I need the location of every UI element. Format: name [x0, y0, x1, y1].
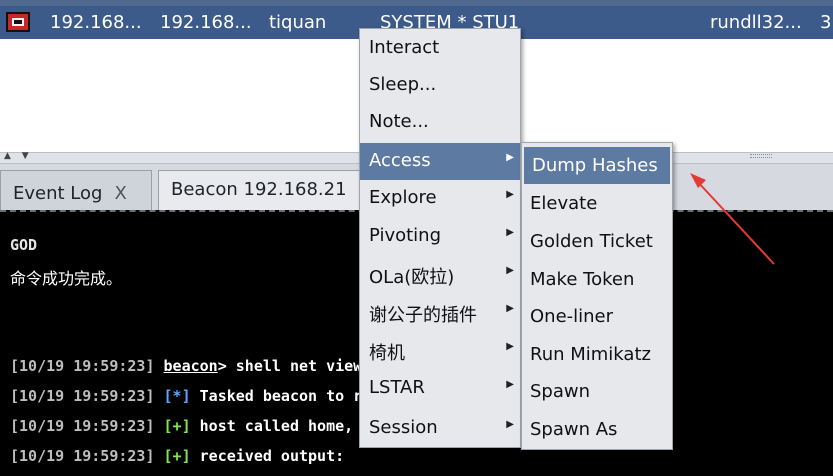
submenu-arrow-icon: ▶ [506, 227, 514, 238]
tab-event-log[interactable]: Event Log X [0, 170, 152, 210]
session-context-menu: Interact Sleep... Note... Access ▶ Explor… [359, 28, 521, 448]
console-timestamp: [10/19 19:59:23] [10, 357, 155, 375]
menu-item-access[interactable]: Access ▶ [360, 143, 520, 180]
submenu-item-label: Spawn As [530, 419, 618, 440]
submenu-arrow-icon: ▶ [506, 303, 514, 314]
menu-item-ola[interactable]: OLa(欧拉) ▶ [360, 256, 520, 293]
console-ok-marker: [+] [163, 417, 191, 435]
session-process: rundll32... [710, 12, 802, 33]
menu-item-label: Pivoting [369, 225, 442, 246]
session-external-ip: 192.168... [50, 12, 142, 33]
menu-item-label: Sleep... [369, 74, 437, 95]
submenu-item-label: Golden Ticket [530, 231, 653, 252]
menu-item-label: Session [369, 417, 438, 438]
menu-item-label: LSTAR [369, 377, 425, 398]
console-timestamp: [10/19 19:59:23] [10, 387, 155, 405]
submenu-item-spawn[interactable]: Spawn [522, 373, 672, 410]
console-prompt: beacon [163, 357, 218, 375]
menu-item-session[interactable]: Session ▶ [360, 410, 520, 447]
menu-item-label: Explore [369, 187, 437, 208]
console-ok-marker: [+] [163, 447, 191, 465]
tab-beacon-label: Beacon 192.168.21 [171, 179, 347, 200]
console-output-line: 命令成功完成。 [10, 269, 123, 288]
submenu-item-label: Spawn [530, 381, 591, 402]
beacon-session-icon [6, 12, 30, 32]
splitter-arrows-icon[interactable]: ▲ ▼ [4, 151, 33, 161]
submenu-item-label: Run Mimikatz [530, 344, 651, 365]
submenu-item-golden-ticket[interactable]: Golden Ticket [522, 223, 672, 260]
menu-item-lstar[interactable]: LSTAR ▶ [360, 370, 520, 407]
submenu-item-label: Dump Hashes [532, 155, 658, 176]
menu-item-interact[interactable]: Interact [360, 30, 520, 67]
submenu-arrow-icon: ▶ [506, 152, 514, 163]
menu-item-label: OLa(欧拉) [369, 267, 455, 288]
splitter-grip[interactable] [750, 154, 772, 158]
submenu-arrow-icon: ▶ [506, 189, 514, 200]
console-timestamp: [10/19 19:59:23] [10, 417, 155, 435]
tab-event-log-label: Event Log [13, 183, 103, 204]
menu-item-pivoting[interactable]: Pivoting ▶ [360, 218, 520, 255]
submenu-arrow-icon: ▶ [506, 419, 514, 430]
submenu-item-run-mimikatz[interactable]: Run Mimikatz [522, 336, 672, 373]
session-user: tiquan [269, 12, 327, 33]
menu-item-label: 椅机 [369, 343, 405, 364]
access-submenu: Dump Hashes Elevate Golden Ticket Make T… [521, 142, 673, 450]
submenu-item-label: Elevate [530, 193, 598, 214]
console-line: [10/19 19:59:23] [+] received output: [10, 447, 344, 465]
menu-item-yiji[interactable]: 椅机 ▶ [360, 332, 520, 369]
menu-item-label: Note... [369, 111, 429, 132]
submenu-item-make-token[interactable]: Make Token [522, 261, 672, 298]
submenu-item-dump-hashes[interactable]: Dump Hashes [524, 147, 670, 184]
console-info-marker: [*] [163, 387, 191, 405]
submenu-item-spawn-as[interactable]: Spawn As [522, 411, 672, 448]
submenu-arrow-icon: ▶ [506, 341, 514, 352]
submenu-item-one-liner[interactable]: One-liner [522, 298, 672, 335]
submenu-arrow-icon: ▶ [506, 265, 514, 276]
submenu-item-label: Make Token [530, 269, 635, 290]
submenu-arrow-icon: ▶ [506, 379, 514, 390]
menu-item-label: 谢公子的插件 [369, 305, 477, 326]
menu-item-xie-plugin[interactable]: 谢公子的插件 ▶ [360, 294, 520, 331]
menu-item-note[interactable]: Note... [360, 104, 520, 141]
menu-item-explore[interactable]: Explore ▶ [360, 180, 520, 217]
tab-event-log-close-icon[interactable]: X [114, 183, 126, 204]
submenu-item-label: One-liner [530, 306, 614, 327]
menu-item-label: Access [369, 150, 431, 171]
console-timestamp: [10/19 19:59:23] [10, 447, 155, 465]
console-text: received output: [199, 447, 345, 465]
submenu-item-elevate[interactable]: Elevate [522, 185, 672, 222]
console-output-line: GOD [10, 236, 38, 254]
session-pid: 3 [820, 12, 832, 33]
annotation-arrow-icon [690, 173, 775, 265]
menu-item-sleep[interactable]: Sleep... [360, 67, 520, 104]
session-internal-ip: 192.168... [160, 12, 252, 33]
menu-item-label: Interact [369, 37, 440, 58]
